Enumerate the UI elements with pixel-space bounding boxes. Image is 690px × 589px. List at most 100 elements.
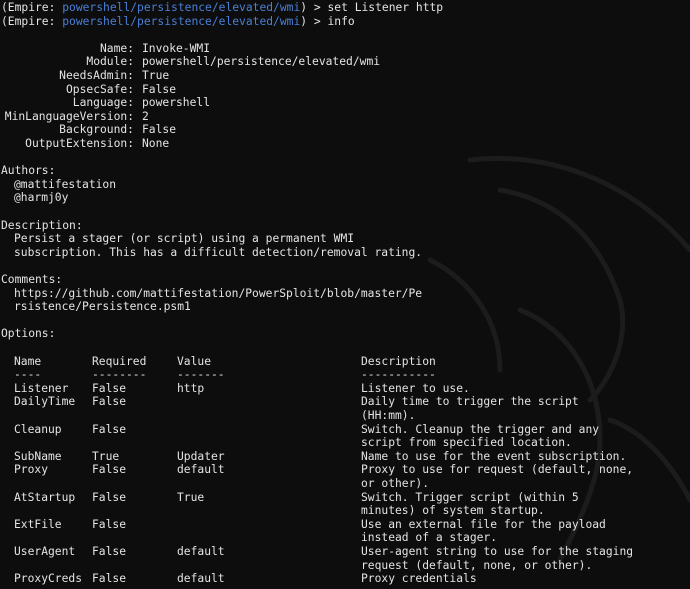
option-row: Listener False http Listener to use. (0, 382, 690, 396)
option-required: False (92, 381, 127, 395)
author-line: @mattifestation (14, 178, 116, 192)
option-name: ProxyCreds (14, 572, 83, 586)
option-required: False (92, 545, 127, 558)
option-required: True (92, 449, 120, 463)
prompt-line: (Empire: powershell/persistence/elevated… (1, 1, 443, 15)
options-underline-cell: -------- (92, 368, 147, 382)
option-row: ExtFile False Use an external file for the… (0, 518, 690, 532)
comment-line: rsistence/Persistence.psm1 (14, 300, 191, 314)
info-key: OutputExtension: (25, 137, 134, 150)
info-value: 2 (142, 109, 149, 123)
info-key: Name: (99, 41, 134, 55)
option-required: False (92, 572, 127, 586)
option-description: Proxy to use for request (default, none, (361, 463, 634, 477)
authors-heading-text: Authors: (1, 164, 56, 178)
description-line: Persist a stager (or script) using a per… (14, 232, 354, 246)
option-description: (HH:mm). (361, 409, 416, 422)
options-underline-cell: ---- (14, 368, 42, 382)
option-required: False (92, 463, 127, 477)
description-line: subscription. This has a difficult detec… (14, 246, 422, 260)
option-value: default (177, 463, 225, 477)
options-heading: Options: (1, 327, 55, 341)
option-description: Switch. Cleanup the trigger and any (361, 422, 600, 436)
options-header-cell: Name (14, 354, 42, 368)
option-description: script from specified location. (361, 436, 572, 450)
option-row: SubName True Updater Name to use for the ev… (0, 450, 690, 464)
option-required: False (92, 517, 127, 531)
prompt-prefix: (Empire: (1, 1, 63, 14)
comment-text: https://github.com/mattifestation/PowerS… (14, 286, 423, 300)
option-description: User-agent string to use for the staging (361, 545, 634, 558)
option-name: Listener (14, 381, 69, 395)
description-heading-text: Description: (1, 218, 83, 232)
prompt-suffix: ) > (300, 14, 328, 28)
options-header-cell: Required (92, 354, 147, 368)
info-key: Language: (72, 96, 134, 110)
comments-heading: Comments: (1, 273, 62, 287)
info-key: OpsecSafe: (65, 82, 134, 96)
authors-heading: Authors: (1, 164, 55, 178)
option-row-continuation: script from specified location. (0, 436, 690, 450)
option-description: Daily time to trigger the script (361, 395, 579, 409)
option-row-continuation: request (default, none, or other). (0, 559, 690, 573)
info-key: MinLanguageVersion: (4, 109, 134, 123)
description-text: subscription. This has a difficult detec… (14, 245, 423, 259)
option-row-continuation: (HH:mm). (0, 409, 690, 423)
option-required: False (92, 422, 127, 436)
option-description: Name to use for the event subscription. (361, 449, 627, 463)
option-row: DailyTime False Daily time to trigger the … (0, 395, 690, 409)
info-value: Invoke-WMI (142, 41, 211, 55)
option-description: request (default, none, or other). (361, 558, 593, 572)
option-value: http (177, 381, 205, 395)
option-name: DailyTime (14, 395, 76, 409)
option-row-continuation: minutes) of system startup. (0, 504, 690, 518)
comment-text: rsistence/Persistence.psm1 (14, 300, 191, 314)
option-value: True (177, 490, 205, 504)
comments-heading-text: Comments: (1, 273, 63, 286)
options-heading-text: Options: (1, 327, 56, 341)
option-required: False (92, 490, 127, 504)
option-description: Proxy credentials (361, 572, 477, 586)
prompt-path: powershell/persistence/elevated/wmi (62, 14, 301, 28)
options-underline-cell: ------- (177, 368, 225, 382)
option-name: Cleanup (14, 422, 62, 436)
option-name: AtStartup (14, 490, 76, 504)
option-description: Listener to use. (361, 381, 470, 395)
option-name: SubName (14, 449, 62, 463)
option-description: or other). (361, 477, 430, 490)
option-row: Cleanup False Switch. Cleanup the trigger … (0, 423, 690, 437)
prompt-line: (Empire: powershell/persistence/elevated… (1, 15, 355, 29)
options-underline-row: ---- -------- ------- ----------- (0, 368, 690, 382)
options-header-cell: Description (361, 354, 436, 368)
option-row: AtStartup False True Switch. Trigger script… (0, 491, 690, 505)
info-value: powershell/persistence/elevated/wmi (142, 55, 381, 69)
info-value: False (142, 123, 177, 137)
prompt-prefix: (Empire: (1, 14, 63, 28)
option-row-continuation: instead of a stager. (0, 531, 690, 545)
option-name: Proxy (14, 463, 49, 477)
command-text: set Listener http (327, 1, 444, 14)
option-description: Switch. Trigger script (within 5 (361, 490, 579, 504)
option-row: UserAgent False default User-agent string t… (0, 545, 690, 559)
option-required: False (92, 395, 127, 409)
option-description: instead of a stager. (361, 531, 498, 545)
command-text: info (327, 14, 355, 28)
info-key: Module: (86, 55, 134, 69)
comment-line: https://github.com/mattifestation/PowerS… (14, 287, 422, 301)
prompt-suffix: ) > (300, 1, 328, 14)
info-key: NeedsAdmin: (59, 69, 134, 82)
info-key: Background: (59, 123, 134, 137)
options-header-row: Name Required Value Description (0, 355, 690, 369)
option-value: default (177, 545, 225, 558)
options-header-cell: Value (177, 354, 212, 368)
author-line: @harmj0y (14, 191, 68, 205)
info-value: True (142, 69, 170, 82)
author-name: @mattifestation (14, 177, 117, 191)
options-underline-cell: ----------- (361, 368, 436, 382)
info-value: None (142, 137, 170, 150)
option-description: minutes) of system startup. (361, 504, 545, 518)
option-description: Use an external file for the payload (361, 517, 606, 531)
prompt-path: powershell/persistence/elevated/wmi (62, 1, 301, 14)
option-row-continuation: or other). (0, 477, 690, 491)
option-name: UserAgent (14, 545, 76, 558)
